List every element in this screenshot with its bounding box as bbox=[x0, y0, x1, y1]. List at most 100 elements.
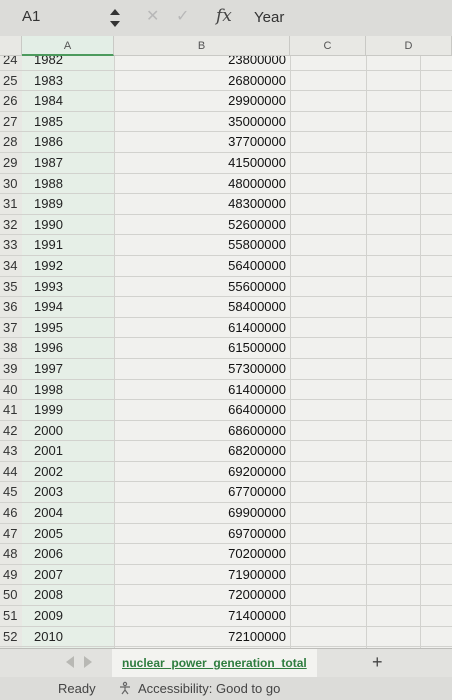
table-row[interactable]: 37 1995 61400000 bbox=[0, 318, 452, 339]
table-row[interactable]: 27 1985 35000000 bbox=[0, 112, 452, 133]
table-row[interactable]: 33 1991 55800000 bbox=[0, 235, 452, 256]
prev-sheet-arrow-icon[interactable] bbox=[66, 656, 74, 668]
name-box[interactable]: A1 bbox=[22, 8, 40, 25]
row-number[interactable]: 31 bbox=[3, 194, 21, 214]
cell-generation-value[interactable]: 26800000 bbox=[206, 71, 286, 91]
cell-generation-value[interactable]: 48300000 bbox=[206, 194, 286, 214]
table-row[interactable]: 40 1998 61400000 bbox=[0, 380, 452, 401]
cell-year[interactable]: 2000 bbox=[34, 421, 63, 441]
table-row[interactable]: 39 1997 57300000 bbox=[0, 359, 452, 380]
table-row[interactable]: 43 2001 68200000 bbox=[0, 441, 452, 462]
row-number[interactable]: 27 bbox=[3, 112, 21, 132]
add-sheet-button[interactable]: + bbox=[372, 652, 383, 673]
select-all-corner[interactable] bbox=[0, 36, 22, 56]
cell-year[interactable]: 2002 bbox=[34, 462, 63, 482]
row-number[interactable]: 37 bbox=[3, 318, 21, 338]
column-header-b[interactable]: B bbox=[114, 36, 290, 56]
cell-generation-value[interactable]: 48000000 bbox=[206, 174, 286, 194]
name-box-stepper-icon[interactable] bbox=[110, 9, 120, 27]
cell-year[interactable]: 1988 bbox=[34, 174, 63, 194]
cell-year[interactable]: 1997 bbox=[34, 359, 63, 379]
cell-year[interactable]: 2003 bbox=[34, 482, 63, 502]
cell-generation-value[interactable]: 29900000 bbox=[206, 91, 286, 111]
sheet-tab-active[interactable]: nuclear_power_generation_total bbox=[112, 649, 317, 677]
table-row[interactable]: 31 1989 48300000 bbox=[0, 194, 452, 215]
next-sheet-arrow-icon[interactable] bbox=[84, 656, 92, 668]
row-number[interactable]: 45 bbox=[3, 482, 21, 502]
cell-year[interactable]: 2008 bbox=[34, 585, 63, 605]
formula-input[interactable]: Year bbox=[254, 9, 284, 26]
cell-generation-value[interactable]: 70200000 bbox=[206, 544, 286, 564]
cell-generation-value[interactable]: 67700000 bbox=[206, 482, 286, 502]
table-row[interactable]: 34 1992 56400000 bbox=[0, 256, 452, 277]
cell-generation-value[interactable]: 56400000 bbox=[206, 256, 286, 276]
row-number[interactable]: 36 bbox=[3, 297, 21, 317]
cell-generation-value[interactable]: 68200000 bbox=[206, 441, 286, 461]
cell-generation-value[interactable]: 58400000 bbox=[206, 297, 286, 317]
row-number[interactable]: 52 bbox=[3, 627, 21, 647]
cancel-x-icon[interactable]: ✕ bbox=[146, 6, 159, 26]
cell-year[interactable]: 1995 bbox=[34, 318, 63, 338]
table-row[interactable]: 32 1990 52600000 bbox=[0, 215, 452, 236]
cell-generation-value[interactable]: 69900000 bbox=[206, 503, 286, 523]
cell-generation-value[interactable]: 72000000 bbox=[206, 585, 286, 605]
cell-generation-value[interactable]: 61500000 bbox=[206, 338, 286, 358]
table-row[interactable]: 42 2000 68600000 bbox=[0, 421, 452, 442]
cell-year[interactable]: 1994 bbox=[34, 297, 63, 317]
row-number[interactable]: 28 bbox=[3, 132, 21, 152]
table-row[interactable]: 35 1993 55600000 bbox=[0, 277, 452, 298]
cell-year[interactable]: 1992 bbox=[34, 256, 63, 276]
cell-year[interactable]: 1998 bbox=[34, 380, 63, 400]
row-number[interactable]: 25 bbox=[3, 71, 21, 91]
cell-year[interactable]: 1999 bbox=[34, 400, 63, 420]
row-number[interactable]: 48 bbox=[3, 544, 21, 564]
cell-year[interactable]: 2010 bbox=[34, 627, 63, 647]
cell-year[interactable]: 1993 bbox=[34, 277, 63, 297]
row-number[interactable]: 49 bbox=[3, 565, 21, 585]
cell-generation-value[interactable]: 69700000 bbox=[206, 524, 286, 544]
table-row[interactable]: 38 1996 61500000 bbox=[0, 338, 452, 359]
cell-generation-value[interactable]: 61400000 bbox=[206, 380, 286, 400]
cell-year[interactable]: 1991 bbox=[34, 235, 63, 255]
table-row[interactable]: 47 2005 69700000 bbox=[0, 524, 452, 545]
cell-year[interactable]: 2001 bbox=[34, 441, 63, 461]
table-row[interactable]: 44 2002 69200000 bbox=[0, 462, 452, 483]
cell-generation-value[interactable]: 55800000 bbox=[206, 235, 286, 255]
cell-generation-value[interactable]: 41500000 bbox=[206, 153, 286, 173]
row-number[interactable]: 44 bbox=[3, 462, 21, 482]
row-number[interactable]: 33 bbox=[3, 235, 21, 255]
table-row[interactable]: 49 2007 71900000 bbox=[0, 565, 452, 586]
row-number[interactable]: 50 bbox=[3, 585, 21, 605]
column-header-d[interactable]: D bbox=[366, 36, 452, 56]
row-number[interactable]: 32 bbox=[3, 215, 21, 235]
table-row[interactable]: 48 2006 70200000 bbox=[0, 544, 452, 565]
cell-year[interactable]: 1985 bbox=[34, 112, 63, 132]
row-number[interactable]: 43 bbox=[3, 441, 21, 461]
row-number[interactable]: 47 bbox=[3, 524, 21, 544]
table-row[interactable]: 52 2010 72100000 bbox=[0, 627, 452, 648]
row-number[interactable]: 42 bbox=[3, 421, 21, 441]
row-number[interactable]: 26 bbox=[3, 91, 21, 111]
row-number[interactable]: 46 bbox=[3, 503, 21, 523]
row-number[interactable]: 39 bbox=[3, 359, 21, 379]
row-number[interactable]: 30 bbox=[3, 174, 21, 194]
confirm-check-icon[interactable]: ✓ bbox=[176, 6, 189, 26]
row-number[interactable]: 40 bbox=[3, 380, 21, 400]
cell-generation-value[interactable]: 37700000 bbox=[206, 132, 286, 152]
cell-year[interactable]: 2009 bbox=[34, 606, 63, 626]
cell-year[interactable]: 1987 bbox=[34, 153, 63, 173]
cell-year[interactable]: 1983 bbox=[34, 71, 63, 91]
cell-generation-value[interactable]: 35000000 bbox=[206, 112, 286, 132]
cell-generation-value[interactable]: 57300000 bbox=[206, 359, 286, 379]
cell-generation-value[interactable]: 69200000 bbox=[206, 462, 286, 482]
table-row[interactable]: 30 1988 48000000 bbox=[0, 174, 452, 195]
fx-icon[interactable]: fx bbox=[216, 6, 232, 26]
table-row[interactable]: 29 1987 41500000 bbox=[0, 153, 452, 174]
cell-generation-value[interactable]: 72100000 bbox=[206, 627, 286, 647]
column-header-a[interactable]: A bbox=[22, 36, 114, 56]
cell-generation-value[interactable]: 55600000 bbox=[206, 277, 286, 297]
accessibility-status[interactable]: Accessibility: Good to go bbox=[138, 677, 280, 700]
table-row[interactable]: 41 1999 66400000 bbox=[0, 400, 452, 421]
spreadsheet-grid[interactable]: 24 1982 23800000 25 1983 26800000 26 1984 299000… bbox=[0, 36, 452, 648]
cell-generation-value[interactable]: 52600000 bbox=[206, 215, 286, 235]
